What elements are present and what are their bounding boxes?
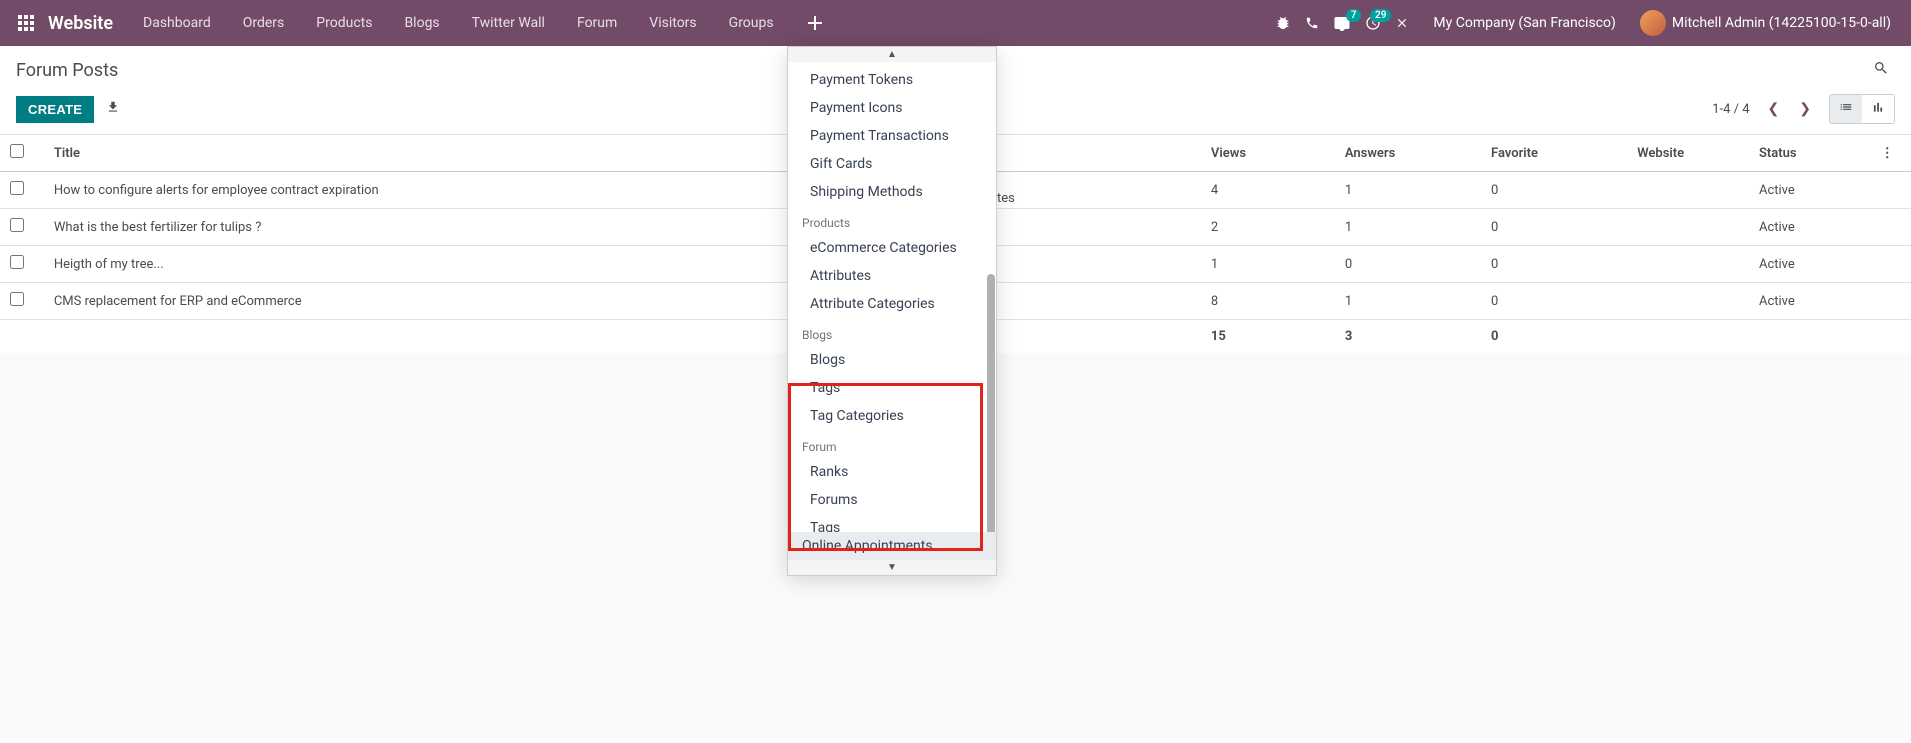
user-menu[interactable]: Mitchell Admin (14225100-15-0-all)	[1640, 10, 1891, 36]
header-checkbox[interactable]	[0, 135, 44, 172]
nav-groups[interactable]: Groups	[713, 3, 790, 43]
debug-icon[interactable]	[1275, 15, 1291, 31]
menu-online-appointments[interactable]: Online Appointments	[788, 532, 996, 560]
cell-status: Active	[1749, 172, 1871, 209]
apps-icon[interactable]	[8, 15, 44, 31]
total-views: 15	[1201, 320, 1335, 354]
menu-group-products: Products	[788, 206, 996, 234]
pager-next[interactable]: ❯	[1791, 97, 1819, 121]
cell-title: CMS replacement for ERP and eCommerce	[44, 283, 787, 320]
row-checkbox[interactable]	[10, 292, 24, 306]
nav-products[interactable]: Products	[300, 3, 388, 43]
menu-scrollbar[interactable]	[986, 74, 996, 520]
nav-forum[interactable]: Forum	[561, 3, 633, 43]
page-title: Forum Posts	[16, 60, 118, 81]
filter-fragment: tes	[997, 191, 1015, 206]
header-favorite[interactable]: Favorite	[1481, 135, 1627, 172]
chat-badge: 7	[1346, 9, 1362, 22]
menu-group-blogs: Blogs	[788, 318, 996, 346]
header-answers[interactable]: Answers	[1335, 135, 1481, 172]
menu-payment-icons[interactable]: Payment Icons	[788, 94, 996, 122]
graph-view-button[interactable]	[1862, 95, 1894, 123]
menu-attribute-categories[interactable]: Attribute Categories	[788, 290, 996, 318]
cell-status: Active	[1749, 209, 1871, 246]
top-navbar: Website Dashboard Orders Products Blogs …	[0, 0, 1911, 46]
export-icon[interactable]	[106, 100, 120, 118]
total-favorite: 0	[1481, 320, 1627, 354]
cell-title: What is the best fertilizer for tulips ?	[44, 209, 787, 246]
nav-blogs[interactable]: Blogs	[388, 3, 455, 43]
row-checkbox[interactable]	[10, 181, 24, 195]
cell-favorite: 0	[1481, 172, 1627, 209]
cell-views: 2	[1201, 209, 1335, 246]
cell-website	[1627, 209, 1749, 246]
menu-tag-categories[interactable]: Tag Categories	[788, 402, 996, 430]
cell-views: 8	[1201, 283, 1335, 320]
cell-website	[1627, 283, 1749, 320]
nav-dashboard[interactable]: Dashboard	[127, 3, 227, 43]
cell-answers: 1	[1335, 172, 1481, 209]
cell-answers: 1	[1335, 283, 1481, 320]
create-button[interactable]: CREATE	[16, 96, 94, 123]
cell-favorite: 0	[1481, 246, 1627, 283]
cell-favorite: 0	[1481, 209, 1627, 246]
avatar	[1640, 10, 1666, 36]
chat-icon[interactable]: 7	[1333, 15, 1351, 31]
header-views[interactable]: Views	[1201, 135, 1335, 172]
nav-items: Dashboard Orders Products Blogs Twitter …	[127, 3, 790, 43]
menu-blogs[interactable]: Blogs	[788, 346, 996, 374]
user-label: Mitchell Admin (14225100-15-0-all)	[1672, 15, 1891, 31]
pager-prev[interactable]: ❮	[1760, 97, 1788, 121]
nav-orders[interactable]: Orders	[227, 3, 301, 43]
app-brand[interactable]: Website	[44, 13, 127, 34]
header-options-icon[interactable]: ⋮	[1871, 135, 1911, 172]
menu-gift-cards[interactable]: Gift Cards	[788, 150, 996, 178]
menu-ranks[interactable]: Ranks	[788, 458, 996, 486]
menu-blog-tags[interactable]: Tags	[788, 374, 996, 402]
menu-attributes[interactable]: Attributes	[788, 262, 996, 290]
total-answers: 3	[1335, 320, 1481, 354]
cell-favorite: 0	[1481, 283, 1627, 320]
menu-shipping-methods[interactable]: Shipping Methods	[788, 178, 996, 206]
menu-ecommerce-categories[interactable]: eCommerce Categories	[788, 234, 996, 262]
nav-visitors[interactable]: Visitors	[633, 3, 712, 43]
cell-views: 4	[1201, 172, 1335, 209]
cross-icon[interactable]	[1395, 16, 1409, 30]
view-switcher	[1829, 94, 1895, 124]
header-title[interactable]: Title	[44, 135, 787, 172]
cell-website	[1627, 172, 1749, 209]
activity-icon[interactable]: 29	[1365, 15, 1381, 31]
cell-status: Active	[1749, 283, 1871, 320]
list-view-button[interactable]	[1830, 95, 1862, 123]
header-status[interactable]: Status	[1749, 135, 1871, 172]
menu-group-forum: Forum	[788, 430, 996, 458]
pager-text[interactable]: 1-4 / 4	[1712, 102, 1749, 117]
systray: 7 29 My Company (San Francisco) Mitchell…	[1275, 10, 1903, 36]
cell-answers: 0	[1335, 246, 1481, 283]
header-website[interactable]: Website	[1627, 135, 1749, 172]
company-selector[interactable]: My Company (San Francisco)	[1423, 15, 1625, 31]
cell-answers: 1	[1335, 209, 1481, 246]
cell-website	[1627, 246, 1749, 283]
menu-forum-tags[interactable]: Tags	[788, 514, 996, 532]
nav-new-icon[interactable]	[790, 4, 840, 42]
cell-title: How to configure alerts for employee con…	[44, 172, 787, 209]
cell-views: 1	[1201, 246, 1335, 283]
cell-status: Active	[1749, 246, 1871, 283]
phone-icon[interactable]	[1305, 16, 1319, 30]
menu-scroll-down[interactable]: ▼	[788, 560, 996, 575]
menu-forums[interactable]: Forums	[788, 486, 996, 514]
search-icon[interactable]	[1867, 54, 1895, 86]
row-checkbox[interactable]	[10, 218, 24, 232]
row-checkbox[interactable]	[10, 255, 24, 269]
menu-scrollbar-thumb[interactable]	[987, 274, 995, 532]
activity-badge: 29	[1370, 9, 1391, 22]
menu-scroll-up[interactable]: ▲	[788, 47, 996, 62]
config-dropdown: ▲ Payment Tokens Payment Icons Payment T…	[787, 46, 997, 576]
nav-twitter-wall[interactable]: Twitter Wall	[456, 3, 561, 43]
menu-payment-transactions[interactable]: Payment Transactions	[788, 122, 996, 150]
cell-title: Heigth of my tree...	[44, 246, 787, 283]
menu-payment-tokens[interactable]: Payment Tokens	[788, 66, 996, 94]
